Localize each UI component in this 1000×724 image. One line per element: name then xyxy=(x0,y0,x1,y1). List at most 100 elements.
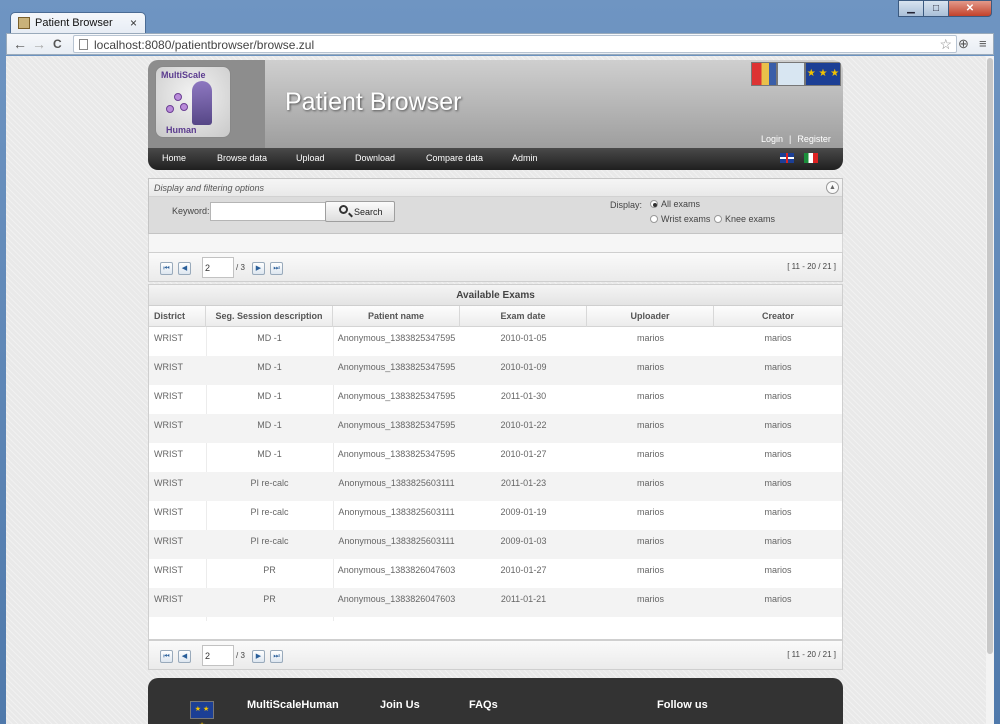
radio-knee-exams[interactable]: Knee exams xyxy=(714,214,775,224)
cell-creator: marios xyxy=(764,536,792,546)
page-number-input[interactable]: 2 xyxy=(202,645,234,666)
footer-link-faqs[interactable]: FAQs xyxy=(469,699,498,711)
first-page-icon[interactable]: ⏮ xyxy=(160,262,173,275)
tab-title: Patient Browser xyxy=(35,17,113,29)
footer-link-multiscalehuman[interactable]: MultiScaleHuman xyxy=(247,699,339,711)
back-arrow-icon[interactable]: ← xyxy=(13,37,27,51)
cell-seg-session: MD -1 xyxy=(257,362,282,372)
col-district[interactable]: District xyxy=(149,306,206,327)
footer-eu-flag-icon: ★ ★ ★ xyxy=(190,701,214,724)
logo-text-top: MultiScale xyxy=(161,70,206,80)
human-figure-icon xyxy=(192,81,212,125)
cell-creator: marios xyxy=(764,391,792,401)
col-creator[interactable]: Creator xyxy=(714,306,842,327)
tab-close-icon[interactable]: × xyxy=(130,16,137,30)
page-range: [ 11 - 20 / 21 ] xyxy=(787,650,836,659)
table-row[interactable]: WRIST MD -1 Anonymous_1383825347595 2011-01… xyxy=(149,385,842,414)
cell-uploader: marios xyxy=(636,594,664,604)
filter-panel-title: Display and filtering options xyxy=(154,183,265,193)
table-row[interactable]: WRIST MD -1 Anonymous_1383825347595 2010-01… xyxy=(149,443,842,472)
prev-page-icon[interactable]: ◀ xyxy=(178,650,191,663)
browser-tab[interactable]: Patient Browser × xyxy=(10,12,146,34)
cell-uploader: marios xyxy=(636,333,664,343)
extension-icon[interactable]: ⊕ xyxy=(958,36,969,52)
table-row[interactable]: WRIST PR Anonymous_1383826047603 2011-01-21… xyxy=(149,588,842,617)
multiscale-logo[interactable]: MultiScale Human xyxy=(155,66,231,138)
table-row[interactable]: WRIST PI re-calc Anonymous_1383825603111 20… xyxy=(149,472,842,501)
cell-creator: marios xyxy=(764,478,792,488)
menu-home[interactable]: Home xyxy=(162,153,186,163)
main-menu: Home Browse data Upload Download Compare… xyxy=(148,148,843,170)
page-number-input[interactable]: 2 xyxy=(202,257,234,278)
url-text[interactable]: localhost:8080/patientbrowser/browse.zul xyxy=(94,38,314,52)
footer-link-join-us[interactable]: Join Us xyxy=(380,699,420,711)
maximize-button[interactable]: □ xyxy=(923,0,949,17)
search-button[interactable]: Search xyxy=(325,201,395,222)
partner-logo-2 xyxy=(777,62,805,86)
menu-upload[interactable]: Upload xyxy=(296,153,325,163)
radio-all-exams[interactable]: All exams xyxy=(650,199,700,209)
logo-area: MultiScale Human xyxy=(148,60,265,148)
next-page-icon[interactable]: ▶ xyxy=(252,262,265,275)
first-page-icon[interactable]: ⏮ xyxy=(160,650,173,663)
next-page-icon[interactable]: ▶ xyxy=(252,650,265,663)
cell-exam-date: 2010-01-09 xyxy=(500,362,547,372)
cell-district: WRIST xyxy=(154,362,183,372)
table-row[interactable]: WRIST MD -1 Anonymous_1383825347595 2010-01… xyxy=(149,327,842,356)
cell-district: WRIST xyxy=(154,565,183,575)
cell-uploader: marios xyxy=(636,536,664,546)
reload-icon[interactable]: C xyxy=(53,37,62,51)
menu-admin[interactable]: Admin xyxy=(512,153,538,163)
cell-district: WRIST xyxy=(154,420,183,430)
chrome-menu-icon[interactable]: ≡ xyxy=(979,36,987,51)
menu-browse-data[interactable]: Browse data xyxy=(217,153,267,163)
cell-creator: marios xyxy=(764,449,792,459)
table-row[interactable]: WRIST PI re-calc Anonymous_1383825603111 20… xyxy=(149,501,842,530)
cell-exam-date: 2010-01-22 xyxy=(500,420,547,430)
forward-arrow-icon[interactable]: → xyxy=(32,37,46,51)
display-label: Display: xyxy=(610,200,643,210)
cell-creator: marios xyxy=(764,420,792,430)
site-header: MultiScale Human Patient Browser ★ ★ ★ L… xyxy=(148,60,843,148)
table-row[interactable]: WRIST PI re-calc Anonymous_1383825603111 20… xyxy=(149,530,842,559)
last-page-icon[interactable]: ⏭ xyxy=(270,262,283,275)
cell-creator: marios xyxy=(764,565,792,575)
bookmark-star-icon[interactable]: ☆ xyxy=(939,36,952,53)
col-uploader[interactable]: Uploader xyxy=(587,306,714,327)
footer-link-follow-us[interactable]: Follow us xyxy=(657,699,708,711)
col-seg-session[interactable]: Seg. Session description xyxy=(206,306,333,327)
table-row[interactable]: WRIST MD -1 Anonymous_1383825347595 2010-01… xyxy=(149,414,842,443)
cell-patient-name: Anonymous_1383826047603 xyxy=(337,565,456,575)
grid-caption: Available Exams xyxy=(149,285,842,306)
table-row[interactable]: WRIST PR Anonymous_1383826047603 2010-01-27… xyxy=(149,559,842,588)
cell-seg-session: PI re-calc xyxy=(250,507,289,517)
register-link[interactable]: Register xyxy=(797,134,831,144)
cell-exam-date: 2009-01-19 xyxy=(500,507,547,517)
italy-flag-icon[interactable] xyxy=(804,153,818,163)
cell-patient-name: Anonymous_1383825603111 xyxy=(338,507,455,517)
vertical-scrollbar[interactable] xyxy=(986,56,994,724)
menu-compare-data[interactable]: Compare data xyxy=(426,153,483,163)
molecule-icon xyxy=(166,93,188,115)
login-link[interactable]: Login xyxy=(761,134,783,144)
menu-download[interactable]: Download xyxy=(355,153,395,163)
cell-creator: marios xyxy=(764,507,792,517)
prev-page-icon[interactable]: ◀ xyxy=(178,262,191,275)
cell-exam-date: 2010-01-27 xyxy=(500,565,547,575)
table-row[interactable]: WRIST MD -1 Anonymous_1383825347595 2010-01… xyxy=(149,356,842,385)
cell-district: WRIST xyxy=(154,478,183,488)
radio-wrist-exams[interactable]: Wrist exams xyxy=(650,214,710,224)
col-exam-date[interactable]: Exam date xyxy=(460,306,587,327)
collapse-icon[interactable]: ▲ xyxy=(826,181,839,194)
minimize-button[interactable]: ▁ xyxy=(898,0,924,17)
window-close-button[interactable]: ✕ xyxy=(948,0,992,17)
cell-district: WRIST xyxy=(154,536,183,546)
uk-flag-icon[interactable] xyxy=(780,153,794,163)
last-page-icon[interactable]: ⏭ xyxy=(270,650,283,663)
scrollbar-thumb[interactable] xyxy=(987,58,993,654)
col-patient-name[interactable]: Patient name xyxy=(333,306,460,327)
filter-panel-header[interactable]: Display and filtering options ▲ xyxy=(149,179,842,197)
address-bar[interactable]: localhost:8080/patientbrowser/browse.zul… xyxy=(73,35,957,53)
keyword-input[interactable] xyxy=(210,202,326,221)
cell-patient-name: Anonymous_1383825347595 xyxy=(337,420,456,430)
